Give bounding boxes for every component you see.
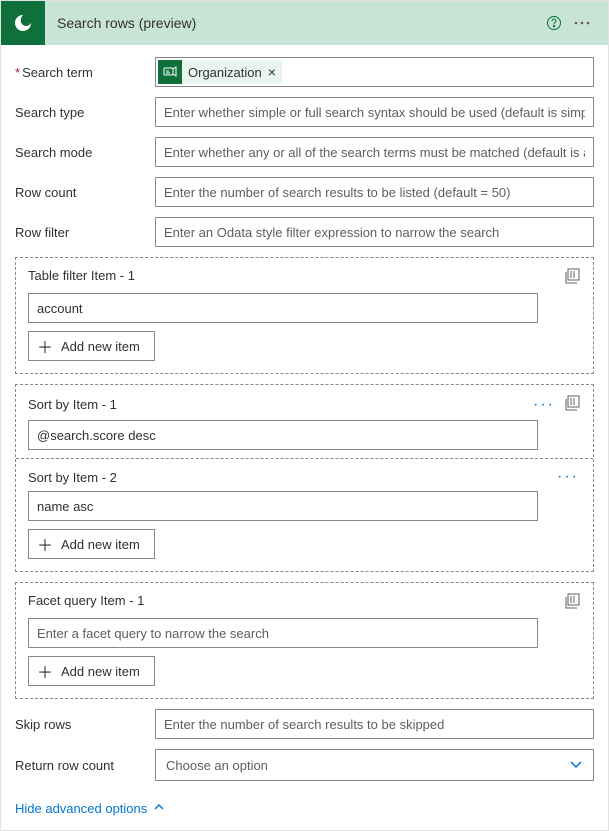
chevron-down-icon xyxy=(569,757,583,774)
table-filter-item-field[interactable] xyxy=(37,301,529,316)
row-filter-label: Row filter xyxy=(15,225,155,240)
dynamic-content-token[interactable]: Organization × xyxy=(158,60,282,84)
card-title: Search rows (preview) xyxy=(57,15,540,31)
divider xyxy=(16,458,593,459)
switch-array-icon[interactable] xyxy=(565,395,581,414)
item-menu-icon[interactable]: ··· xyxy=(555,469,581,485)
switch-array-icon[interactable] xyxy=(565,268,581,287)
item-menu-icon[interactable]: ··· xyxy=(531,397,557,413)
plus-icon: ＋ xyxy=(37,532,53,556)
action-card: Search rows (preview) Search term xyxy=(0,0,609,831)
sort-by-item-1-field[interactable] xyxy=(37,428,529,443)
row-count-label: Row count xyxy=(15,185,155,200)
facet-query-group: Facet query Item - 1 ＋ Add xyxy=(15,582,594,699)
token-label: Organization xyxy=(188,65,262,80)
skip-rows-field[interactable] xyxy=(164,717,585,732)
sort-by-item-2-field[interactable] xyxy=(37,499,529,514)
row-filter-field[interactable] xyxy=(164,225,585,240)
search-mode-input[interactable] xyxy=(155,137,594,167)
card-header: Search rows (preview) xyxy=(1,1,608,45)
search-mode-field[interactable] xyxy=(164,145,585,160)
return-row-count-select[interactable]: Choose an option xyxy=(155,749,594,781)
sort-by-item-1-label: Sort by Item - 1 xyxy=(28,397,117,412)
card-menu-icon[interactable] xyxy=(568,9,596,37)
help-icon[interactable] xyxy=(540,9,568,37)
row-count-input[interactable] xyxy=(155,177,594,207)
row-count-field[interactable] xyxy=(164,185,585,200)
dataverse-icon xyxy=(1,1,45,45)
sort-by-item-2-label: Sort by Item - 2 xyxy=(28,470,117,485)
token-remove-icon[interactable]: × xyxy=(268,64,276,80)
card-body: Search term Organization × Search type xyxy=(1,45,608,830)
sort-by-item-2-input[interactable] xyxy=(28,491,538,521)
select-placeholder: Choose an option xyxy=(166,758,268,773)
table-filter-group: Table filter Item - 1 ＋ Add xyxy=(15,257,594,374)
sort-by-group: Sort by Item - 1 ··· Sort xyxy=(15,384,594,572)
search-type-label: Search type xyxy=(15,105,155,120)
skip-rows-input[interactable] xyxy=(155,709,594,739)
facet-query-item-field[interactable] xyxy=(37,626,529,641)
search-type-input[interactable] xyxy=(155,97,594,127)
search-mode-label: Search mode xyxy=(15,145,155,160)
plus-icon: ＋ xyxy=(37,659,53,683)
facet-query-item-label: Facet query Item - 1 xyxy=(28,593,144,608)
table-filter-item-input[interactable] xyxy=(28,293,538,323)
add-new-item-button[interactable]: ＋ Add new item xyxy=(28,331,155,361)
search-type-field[interactable] xyxy=(164,105,585,120)
search-term-label: Search term xyxy=(15,65,155,80)
chevron-up-icon xyxy=(153,801,165,816)
hide-advanced-options-link[interactable]: Hide advanced options xyxy=(15,801,165,816)
switch-array-icon[interactable] xyxy=(565,593,581,612)
skip-rows-label: Skip rows xyxy=(15,717,155,732)
return-row-count-label: Return row count xyxy=(15,758,155,773)
token-icon xyxy=(158,60,182,84)
facet-query-item-input[interactable] xyxy=(28,618,538,648)
add-new-item-button[interactable]: ＋ Add new item xyxy=(28,656,155,686)
table-filter-item-label: Table filter Item - 1 xyxy=(28,268,135,283)
search-term-input[interactable]: Organization × xyxy=(155,57,594,87)
sort-by-item-1-input[interactable] xyxy=(28,420,538,450)
plus-icon: ＋ xyxy=(37,334,53,358)
add-new-item-button[interactable]: ＋ Add new item xyxy=(28,529,155,559)
row-filter-input[interactable] xyxy=(155,217,594,247)
